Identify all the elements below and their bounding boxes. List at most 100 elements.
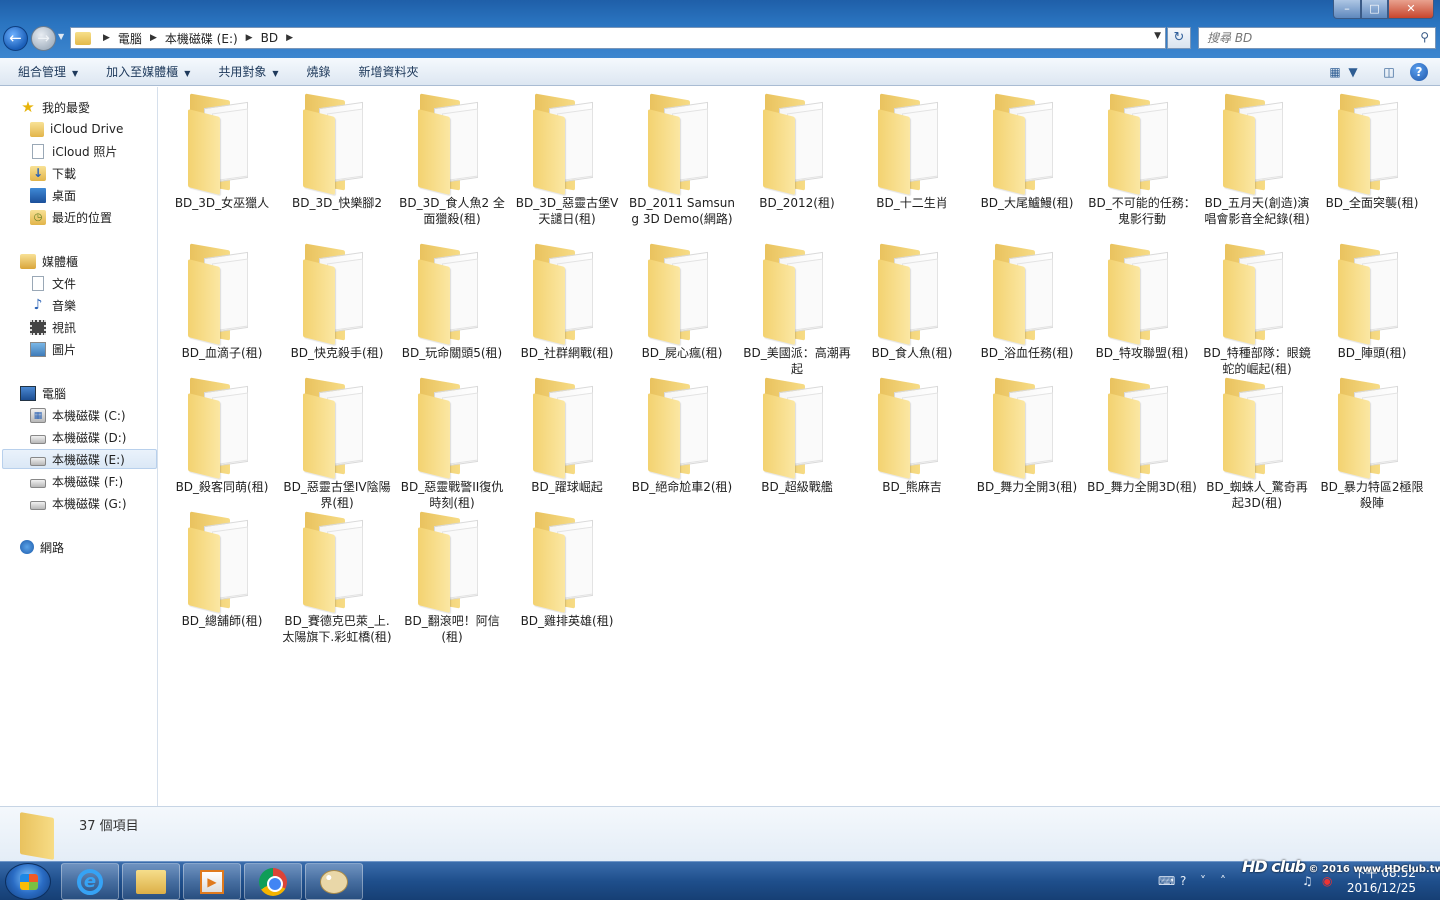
folder-item[interactable]: BD_惡靈戰警II復仇時刻(租) <box>397 377 507 511</box>
folder-item[interactable]: BD_2011 Samsung 3D Demo(網路) <box>627 93 737 227</box>
folder-item[interactable]: BD_賽德克巴萊_上.太陽旗下.彩虹橋(租) <box>282 511 392 645</box>
taskbar-paint-button[interactable] <box>305 863 363 900</box>
burn-button[interactable]: 燒錄 <box>298 58 340 86</box>
folder-item[interactable]: BD_十二生肖 <box>857 93 967 211</box>
folder-item[interactable]: BD_美國派：高潮再起 <box>742 243 852 377</box>
folder-item[interactable]: BD_2012(租) <box>742 93 852 211</box>
folder-item[interactable]: BD_總舖師(租) <box>167 511 277 629</box>
sidebar-item-documents[interactable]: 文件 <box>30 273 76 293</box>
folder-icon <box>642 93 722 195</box>
sidebar-item-drive-f[interactable]: 本機磁碟 (F:) <box>30 471 123 491</box>
organize-button[interactable]: 組合管理 ▼ <box>9 58 87 86</box>
sidebar-item-icloud-drive[interactable]: iCloud Drive <box>30 119 123 139</box>
folder-item[interactable]: BD_絕命尬車2(租) <box>627 377 737 495</box>
sidebar-item-network[interactable]: 網路 <box>20 537 64 557</box>
sidebar-item-computer[interactable]: 電腦 <box>20 383 66 403</box>
search-box[interactable]: ⚲ <box>1198 27 1436 49</box>
folder-item[interactable]: BD_翻滾吧！阿信(租) <box>397 511 507 645</box>
folder-item[interactable]: BD_3D_女巫獵人 <box>167 93 277 211</box>
folder-item[interactable]: BD_屍心瘋(租) <box>627 243 737 361</box>
folder-item[interactable]: BD_躍球崛起 <box>512 377 622 495</box>
share-with-button[interactable]: 共用對象 ▼ <box>209 58 287 86</box>
taskbar-ie-button[interactable]: e <box>61 863 119 900</box>
taskbar-explorer-button[interactable] <box>122 863 180 900</box>
sidebar-item-drive-g[interactable]: 本機磁碟 (G:) <box>30 493 127 513</box>
sidebar-item-favorites[interactable]: ★ 我的最愛 <box>20 97 90 117</box>
folder-item[interactable]: BD_玩命關頭5(租) <box>397 243 507 361</box>
chevron-up-icon[interactable]: ˄ <box>1220 874 1226 888</box>
chevron-right-icon[interactable]: ▶ <box>246 33 253 43</box>
folder-icon <box>412 377 492 479</box>
chevron-down-icon[interactable]: ▼ <box>1346 62 1360 82</box>
folder-icon <box>20 812 54 860</box>
volume-icon[interactable]: ♫ <box>1302 874 1313 888</box>
clock-date[interactable]: 2016/12/25 <box>1347 881 1416 895</box>
folder-item[interactable]: BD_雞排英雄(租) <box>512 511 622 629</box>
recent-pages-dropdown[interactable]: ▼ <box>58 32 68 44</box>
address-bar[interactable]: ▶ 電腦 ▶ 本機磁碟 (E:) ▶ BD ▶ ▼ <box>70 27 1166 49</box>
help-tray-icon[interactable]: ? <box>1180 874 1186 888</box>
sidebar-item-videos[interactable]: 視訊 <box>30 317 76 337</box>
folder-item[interactable]: BD_大尾鱸鰻(租) <box>972 93 1082 211</box>
folder-item[interactable]: BD_社群網戰(租) <box>512 243 622 361</box>
folder-item[interactable]: BD_快克殺手(租) <box>282 243 392 361</box>
taskbar-chrome-button[interactable] <box>244 863 302 900</box>
keyboard-icon[interactable]: ⌨ <box>1158 874 1175 888</box>
search-input[interactable] <box>1207 31 1407 45</box>
sidebar-item-drive-c[interactable]: ▦ 本機磁碟 (C:) <box>30 405 126 425</box>
chevron-right-icon[interactable]: ▶ <box>103 33 110 43</box>
change-view-icon[interactable]: ▦ <box>1324 62 1346 82</box>
folder-item[interactable]: BD_3D_快樂腳2 <box>282 93 392 211</box>
sidebar-item-desktop[interactable]: 桌面 <box>30 185 76 205</box>
antivirus-icon[interactable]: ◉ <box>1322 874 1332 888</box>
folder-item[interactable]: BD_陣頭(租) <box>1317 243 1427 361</box>
breadcrumb-drive-e[interactable]: 本機磁碟 (E:) <box>165 30 238 47</box>
sidebar-item-drive-e[interactable]: 本機磁碟 (E:) <box>2 449 157 469</box>
folder-item[interactable]: BD_浴血任務(租) <box>972 243 1082 361</box>
folder-item[interactable]: BD_3D_惡靈古堡V天譴日(租) <box>512 93 622 227</box>
forward-button[interactable]: → <box>31 26 56 51</box>
folder-item[interactable]: BD_全面突襲(租) <box>1317 93 1427 211</box>
sidebar-item-icloud-photos[interactable]: iCloud 照片 <box>30 141 117 161</box>
folder-item[interactable]: BD_蜘蛛人_驚奇再起3D(租) <box>1202 377 1312 511</box>
search-icon[interactable]: ⚲ <box>1420 30 1429 44</box>
breadcrumb-bd[interactable]: BD <box>261 31 278 45</box>
back-button[interactable]: ← <box>3 26 28 51</box>
breadcrumb-computer[interactable]: 電腦 <box>118 30 142 47</box>
folder-item[interactable]: BD_特種部隊：眼鏡蛇的崛起(租) <box>1202 243 1312 377</box>
recent-places-icon: ◷ <box>30 209 46 225</box>
refresh-button[interactable]: ↻ <box>1167 27 1191 49</box>
folder-item[interactable]: BD_五月天(創造)演唱會影音全紀錄(租) <box>1202 93 1312 227</box>
sidebar-item-downloads[interactable]: ↓ 下載 <box>30 163 76 183</box>
chevron-right-icon[interactable]: ▶ <box>286 33 293 43</box>
sidebar-item-drive-d[interactable]: 本機磁碟 (D:) <box>30 427 126 447</box>
chevron-down-icon[interactable]: ˅ <box>1200 874 1206 888</box>
chevron-down-icon[interactable]: ▼ <box>1154 31 1161 41</box>
folder-item[interactable]: BD_舞力全開3D(租) <box>1087 377 1197 495</box>
preview-pane-icon[interactable]: ◫ <box>1378 62 1400 82</box>
folder-item[interactable]: BD_舞力全開3(租) <box>972 377 1082 495</box>
start-button[interactable] <box>5 863 51 900</box>
folder-item[interactable]: BD_殺客同萌(租) <box>167 377 277 495</box>
folder-item[interactable]: BD_暴力特區2極限殺陣 <box>1317 377 1427 511</box>
folder-item[interactable]: BD_不可能的任務：鬼影行動 <box>1087 93 1197 227</box>
chevron-right-icon[interactable]: ▶ <box>150 33 157 43</box>
help-icon[interactable]: ? <box>1410 63 1428 81</box>
sidebar-item-music[interactable]: ♪ 音樂 <box>30 295 76 315</box>
taskbar-media-button[interactable]: ▶ <box>183 863 241 900</box>
minimize-button[interactable]: – <box>1333 0 1361 19</box>
add-to-library-button[interactable]: 加入至媒體櫃 ▼ <box>97 58 199 86</box>
folder-item[interactable]: BD_食人魚(租) <box>857 243 967 361</box>
sidebar-item-pictures[interactable]: 圖片 <box>30 339 76 359</box>
sidebar-item-libraries[interactable]: 媒體櫃 <box>20 251 78 271</box>
folder-item[interactable]: BD_超級戰艦 <box>742 377 852 495</box>
maximize-button[interactable]: □ <box>1361 0 1388 19</box>
folder-item[interactable]: BD_血滴子(租) <box>167 243 277 361</box>
close-button[interactable]: ✕ <box>1388 0 1434 19</box>
sidebar-item-recent[interactable]: ◷ 最近的位置 <box>30 207 112 227</box>
folder-item[interactable]: BD_惡靈古堡IV陰陽界(租) <box>282 377 392 511</box>
folder-item[interactable]: BD_熊麻吉 <box>857 377 967 495</box>
folder-item[interactable]: BD_特攻聯盟(租) <box>1087 243 1197 361</box>
new-folder-button[interactable]: 新增資料夾 <box>350 58 428 86</box>
folder-item[interactable]: BD_3D_食人魚2 全面獵殺(租) <box>397 93 507 227</box>
